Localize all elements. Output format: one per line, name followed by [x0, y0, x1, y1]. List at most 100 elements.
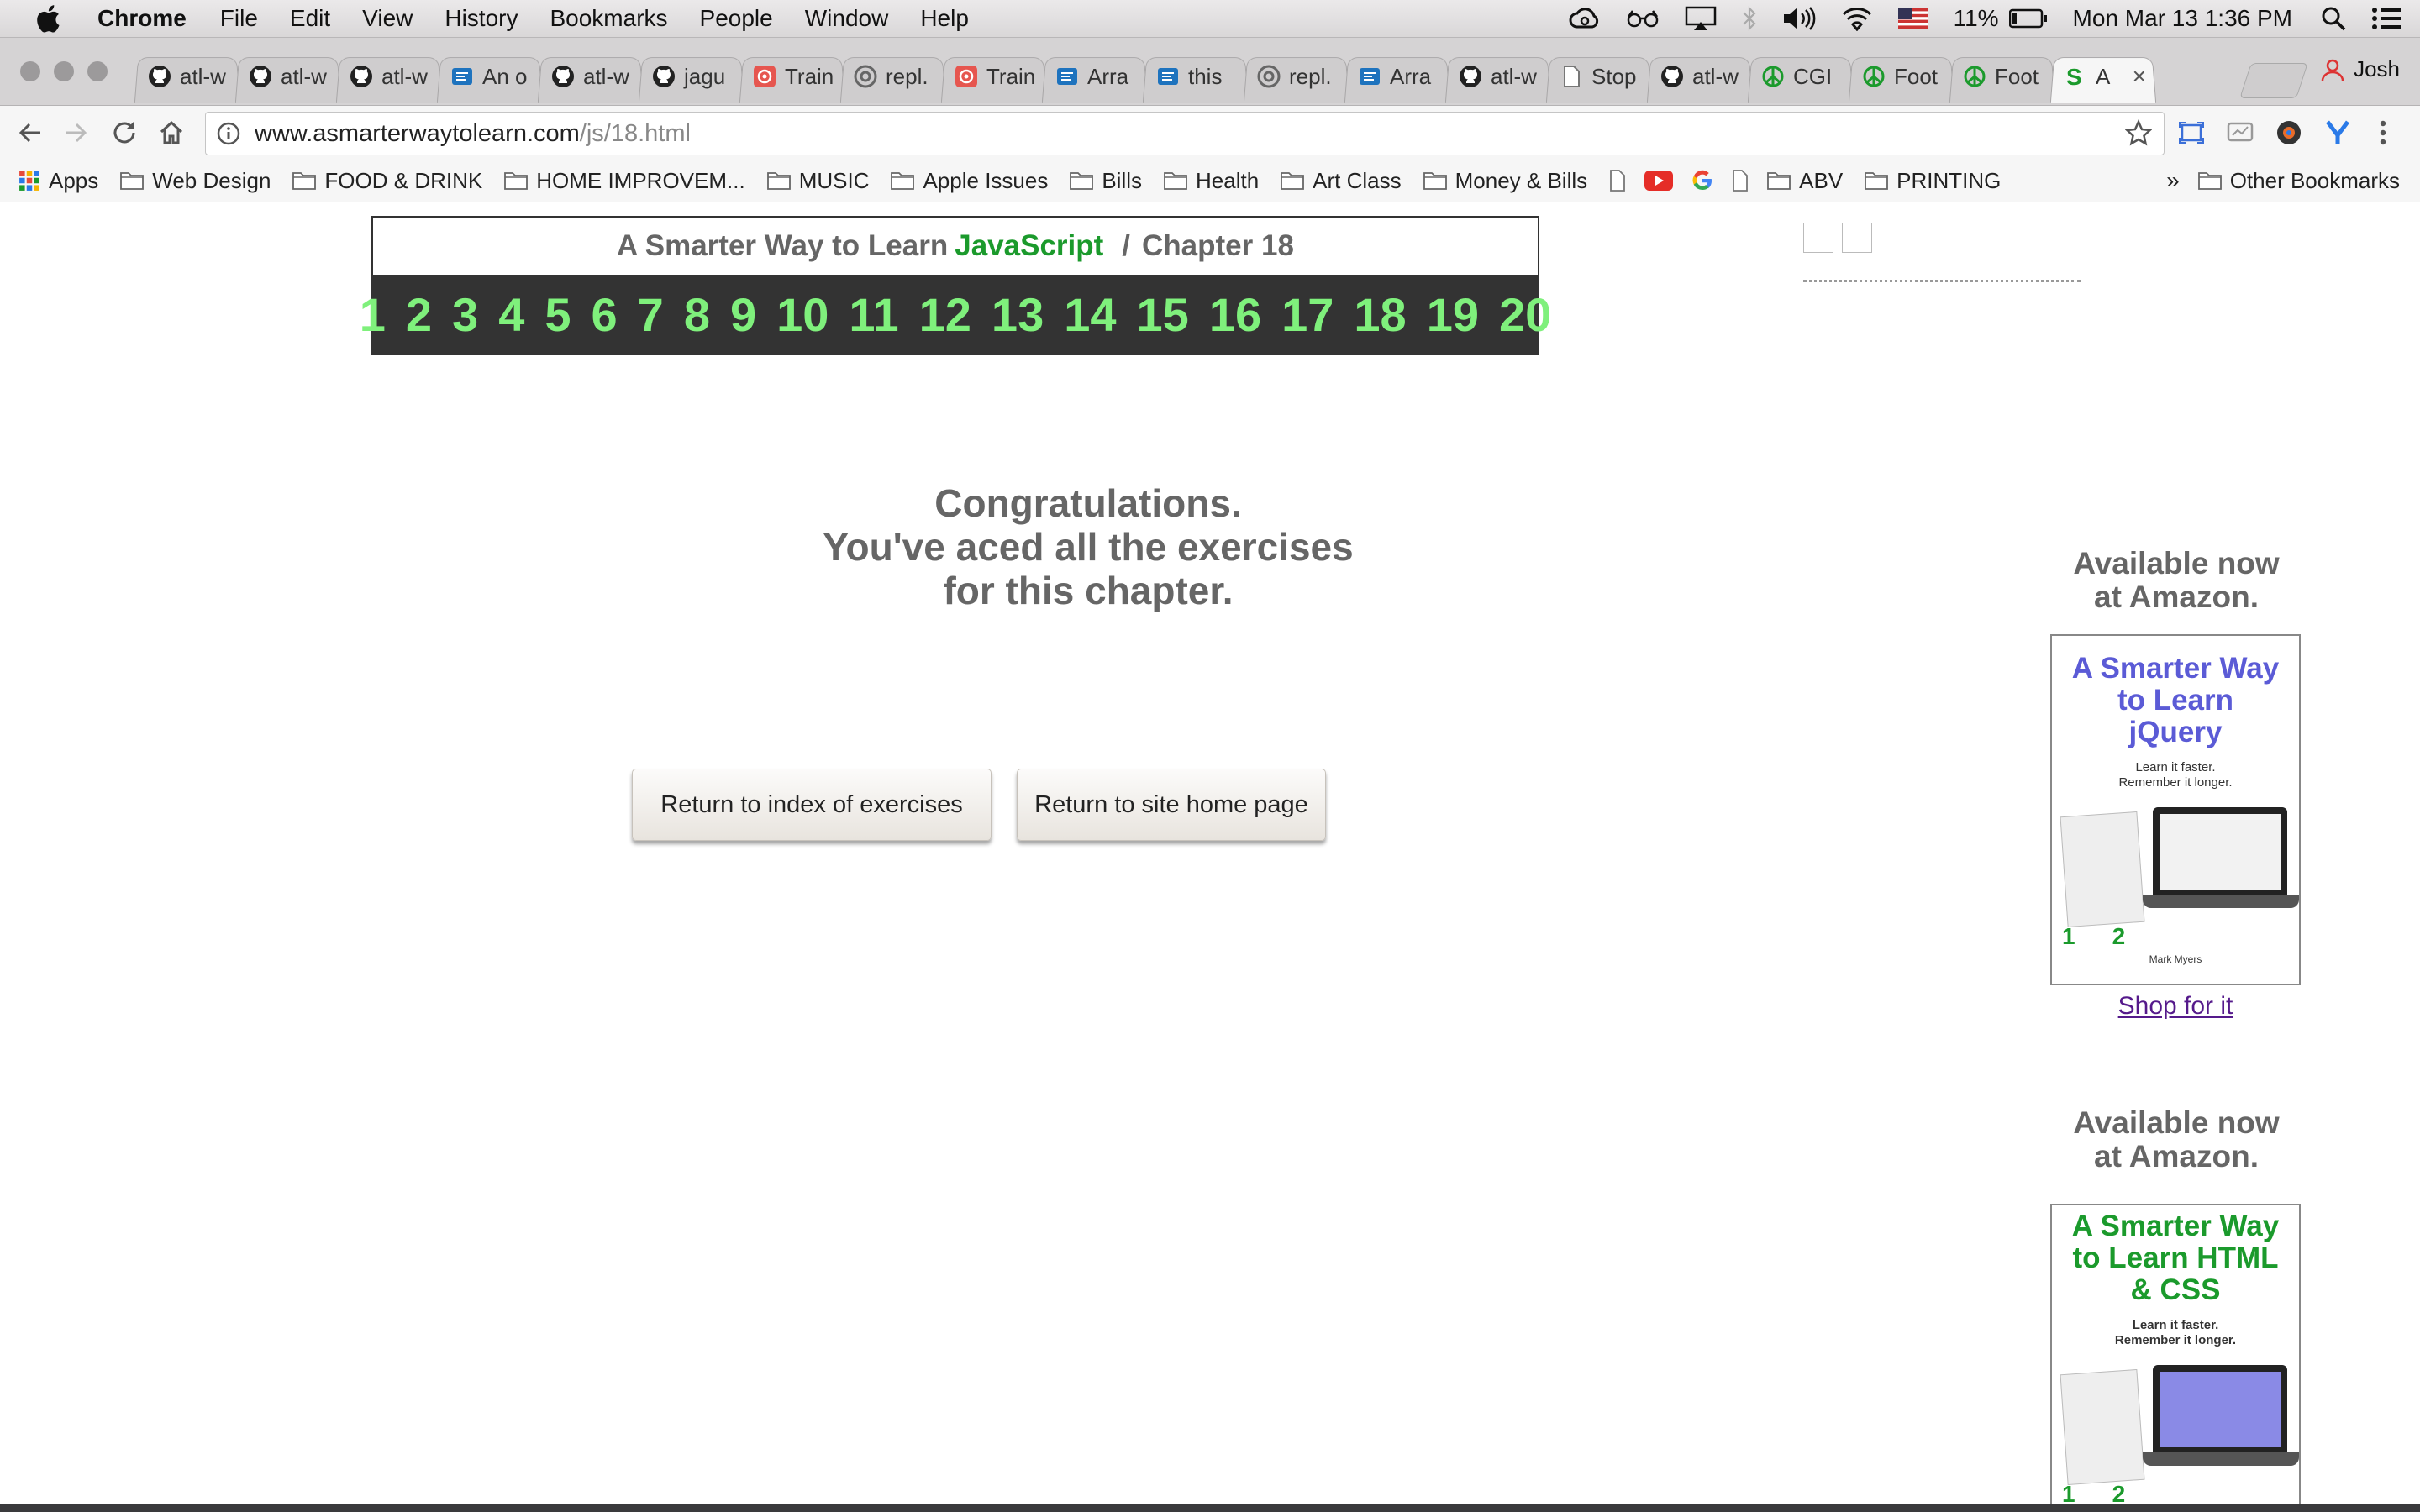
- menu-window[interactable]: Window: [805, 5, 889, 32]
- vpn-extension-icon[interactable]: [2323, 118, 2353, 148]
- airplay-icon[interactable]: [1685, 6, 1717, 31]
- chapter-link-12[interactable]: 12: [919, 287, 971, 342]
- chapter-link-15[interactable]: 15: [1137, 287, 1189, 342]
- camera-extension-icon[interactable]: [2274, 118, 2304, 148]
- tab[interactable]: atl-w: [336, 50, 442, 103]
- bookmark-folder[interactable]: MUSIC: [766, 168, 869, 194]
- window-minimize-button[interactable]: [54, 61, 74, 81]
- bookmark-folder[interactable]: Money & Bills: [1423, 168, 1587, 194]
- back-button[interactable]: [13, 116, 47, 150]
- return-to-home-button[interactable]: Return to site home page: [1017, 769, 1326, 841]
- tab[interactable]: repl.: [840, 50, 946, 103]
- chapter-link-9[interactable]: 9: [730, 287, 756, 342]
- bookmark-folder[interactable]: HOME IMPROVEM...: [504, 168, 745, 194]
- bookmark-folder[interactable]: ABV: [1767, 168, 1843, 194]
- return-to-index-button[interactable]: Return to index of exercises: [632, 769, 992, 841]
- volume-icon[interactable]: [1782, 6, 1816, 31]
- bookmarks-more-chevron[interactable]: »: [2166, 167, 2180, 194]
- home-button[interactable]: [155, 116, 188, 150]
- tab[interactable]: atl-w: [235, 50, 341, 103]
- bookmark-folder[interactable]: Bills: [1070, 168, 1142, 194]
- chapter-link-7[interactable]: 7: [638, 287, 664, 342]
- tab[interactable]: jagu: [639, 50, 744, 103]
- bookmark-page-icon[interactable]: [1732, 170, 1749, 192]
- new-tab-button[interactable]: [2239, 63, 2308, 98]
- chapter-link-13[interactable]: 13: [992, 287, 1044, 342]
- html-css-book-cover[interactable]: A Smarter Way to Learn HTML & CSS Learn …: [2050, 1204, 2301, 1504]
- tab[interactable]: repl.: [1244, 50, 1349, 103]
- tab[interactable]: atl-w: [1647, 50, 1753, 103]
- chrome-menu-button[interactable]: [2368, 118, 2398, 148]
- bookmark-folder[interactable]: Health: [1164, 168, 1259, 194]
- chapter-link-19[interactable]: 19: [1427, 287, 1479, 342]
- chapter-link-11[interactable]: 11: [849, 287, 898, 342]
- reload-button[interactable]: [108, 116, 141, 150]
- chapter-link-4[interactable]: 4: [498, 287, 524, 342]
- google-icon[interactable]: [1691, 170, 1713, 192]
- tab[interactable]: Foot: [1849, 50, 1954, 103]
- creative-cloud-icon[interactable]: [1569, 7, 1601, 30]
- menu-app-chrome[interactable]: Chrome: [97, 5, 187, 32]
- bookmark-folder[interactable]: Apple Issues: [891, 168, 1048, 194]
- tab[interactable]: Arra: [1042, 50, 1148, 103]
- menu-file[interactable]: File: [220, 5, 258, 32]
- tab[interactable]: atl-w: [134, 50, 240, 103]
- profile-button[interactable]: Josh: [2320, 56, 2400, 82]
- menu-view[interactable]: View: [362, 5, 413, 32]
- tab[interactable]: Train: [941, 50, 1047, 103]
- jquery-book-cover[interactable]: A Smarter Way to Learn jQuery Learn it f…: [2050, 634, 2301, 985]
- tab-active[interactable]: S A ×: [2050, 50, 2156, 103]
- bookmark-star-icon[interactable]: [2125, 119, 2152, 146]
- spotlight-search-icon[interactable]: [2321, 6, 2346, 31]
- screenshot-extension-icon[interactable]: [2176, 118, 2207, 148]
- menubar-clock[interactable]: Mon Mar 13 1:36 PM: [2073, 5, 2292, 32]
- menu-history[interactable]: History: [445, 5, 518, 32]
- glasses-icon[interactable]: [1626, 8, 1660, 29]
- notification-center-icon[interactable]: [2371, 7, 2402, 30]
- menu-help[interactable]: Help: [920, 5, 969, 32]
- chapter-link-18[interactable]: 18: [1354, 287, 1406, 342]
- forward-button[interactable]: [59, 116, 92, 150]
- bookmark-other-bookmarks[interactable]: Other Bookmarks: [2197, 168, 2400, 194]
- us-flag-icon[interactable]: [1897, 8, 1928, 29]
- wifi-icon[interactable]: [1841, 6, 1873, 31]
- chapter-link-2[interactable]: 2: [406, 287, 432, 342]
- tab[interactable]: An o: [437, 50, 543, 103]
- tab[interactable]: Foot: [1949, 50, 2055, 103]
- menu-bookmarks[interactable]: Bookmarks: [550, 5, 667, 32]
- tab[interactable]: Stop: [1546, 50, 1652, 103]
- tab[interactable]: atl-w: [1445, 50, 1551, 103]
- tab[interactable]: this: [1143, 50, 1249, 103]
- chapter-link-16[interactable]: 16: [1209, 287, 1261, 342]
- bookmark-folder[interactable]: PRINTING: [1865, 168, 2001, 194]
- site-info-icon[interactable]: [216, 121, 241, 146]
- bookmark-page-icon[interactable]: [1609, 170, 1626, 192]
- window-zoom-button[interactable]: [87, 61, 108, 81]
- tab[interactable]: CGI: [1748, 50, 1854, 103]
- chapter-link-5[interactable]: 5: [544, 287, 571, 342]
- tab[interactable]: Arra: [1344, 50, 1450, 103]
- chapter-link-17[interactable]: 17: [1281, 287, 1334, 342]
- chapter-link-20[interactable]: 20: [1499, 287, 1551, 342]
- apple-logo-icon[interactable]: [35, 4, 60, 33]
- bookmark-apps[interactable]: Apps: [18, 168, 98, 194]
- youtube-icon[interactable]: [1644, 171, 1674, 191]
- bluetooth-icon[interactable]: [1742, 6, 1757, 31]
- shop-for-it-link[interactable]: Shop for it: [2050, 992, 2301, 1021]
- chapter-link-10[interactable]: 10: [776, 287, 829, 342]
- cast-extension-icon[interactable]: [2225, 118, 2255, 148]
- chapter-link-6[interactable]: 6: [592, 287, 618, 342]
- bookmark-folder[interactable]: Art Class: [1281, 168, 1402, 194]
- chapter-link-8[interactable]: 8: [684, 287, 710, 342]
- tab[interactable]: Train: [739, 50, 845, 103]
- bookmark-folder[interactable]: FOOD & DRINK: [292, 168, 482, 194]
- menu-edit[interactable]: Edit: [290, 5, 330, 32]
- chapter-link-1[interactable]: 1: [360, 287, 386, 342]
- window-close-button[interactable]: [20, 61, 40, 81]
- chapter-link-14[interactable]: 14: [1064, 287, 1116, 342]
- chapter-link-3[interactable]: 3: [452, 287, 478, 342]
- tab[interactable]: atl-w: [538, 50, 644, 103]
- battery-icon[interactable]: [2008, 8, 2048, 29]
- address-bar[interactable]: www.asmarterwaytolearn.com/js/18.html: [205, 112, 2165, 155]
- tab-close-icon[interactable]: ×: [2133, 63, 2146, 90]
